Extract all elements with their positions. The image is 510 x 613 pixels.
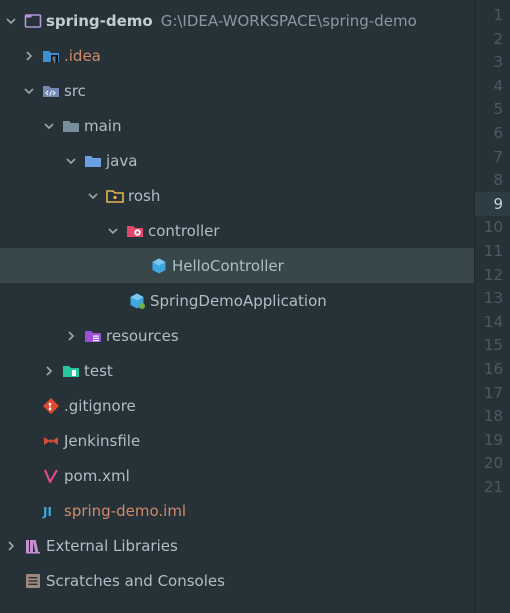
chevron-down-icon[interactable] xyxy=(64,154,78,168)
spring-demo-application-label: SpringDemoApplication xyxy=(150,291,327,310)
project-name: spring-demo xyxy=(46,11,153,30)
gitignore-label: .gitignore xyxy=(64,396,136,415)
tree-item-resources[interactable]: resources xyxy=(0,318,474,353)
line-number: 20 xyxy=(483,454,503,473)
chevron-right-icon[interactable] xyxy=(22,49,36,63)
tree-item-pom[interactable]: pom.xml xyxy=(0,458,474,493)
src-label: src xyxy=(64,81,86,100)
external-libraries-label: External Libraries xyxy=(46,536,178,555)
chevron-down-icon[interactable] xyxy=(86,189,100,203)
line-number: 5 xyxy=(493,100,503,119)
maven-icon xyxy=(42,467,60,485)
chevron-right-icon[interactable] xyxy=(42,364,56,378)
jenkinsfile-label: Jenkinsfile xyxy=(64,431,141,450)
main-label: main xyxy=(84,116,122,135)
tree-item-java[interactable]: java xyxy=(0,143,474,178)
tree-item-test[interactable]: test xyxy=(0,353,474,388)
line-number: 18 xyxy=(483,407,503,426)
line-number: 4 xyxy=(493,76,503,95)
tree-item-external-libraries[interactable]: External Libraries xyxy=(0,528,474,563)
line-number: 21 xyxy=(483,478,503,496)
jenkins-icon xyxy=(42,432,60,450)
tree-item-idea[interactable]: IJ .idea xyxy=(0,38,474,73)
project-path: G:\IDEA-WORKSPACE\spring-demo xyxy=(160,11,417,30)
line-number: 8 xyxy=(493,171,503,190)
chevron-right-icon[interactable] xyxy=(64,329,78,343)
line-number: 2 xyxy=(493,29,503,48)
line-number: 16 xyxy=(483,360,503,378)
rosh-label: rosh xyxy=(128,186,161,205)
package-icon xyxy=(106,187,124,205)
tree-item-scratches[interactable]: Scratches and Consoles xyxy=(0,563,474,598)
line-number: 3 xyxy=(493,53,503,72)
line-number: 15 xyxy=(483,336,503,355)
scratches-label: Scratches and Consoles xyxy=(46,571,225,590)
tree-item-main[interactable]: main xyxy=(0,108,474,143)
chevron-down-icon[interactable] xyxy=(22,84,36,98)
idea-folder-icon: IJ xyxy=(42,47,60,65)
tree-item-hello-controller[interactable]: HelloController xyxy=(0,248,474,283)
line-number: 13 xyxy=(483,289,503,308)
tree-item-iml[interactable]: JI spring-demo.iml xyxy=(0,493,474,528)
chevron-right-icon[interactable] xyxy=(4,539,18,553)
tree-item-gitignore[interactable]: .gitignore xyxy=(0,388,474,423)
iml-label: spring-demo.iml xyxy=(64,501,187,520)
folder-icon xyxy=(62,117,80,135)
hello-controller-label: HelloController xyxy=(172,256,284,275)
pom-label: pom.xml xyxy=(64,466,130,485)
line-number: 10 xyxy=(483,218,503,237)
line-number: 1 xyxy=(493,6,503,24)
line-number: 12 xyxy=(483,265,503,284)
tree-item-jenkinsfile[interactable]: Jenkinsfile xyxy=(0,423,474,458)
java-label: java xyxy=(106,151,138,170)
controller-folder-icon xyxy=(126,222,144,240)
chevron-down-icon[interactable] xyxy=(4,14,18,28)
test-label: test xyxy=(84,361,113,380)
tree-item-project-root[interactable]: spring-demo G:\IDEA-WORKSPACE\spring-dem… xyxy=(0,3,474,38)
iml-file-icon: JI xyxy=(42,502,60,520)
tree-item-rosh[interactable]: rosh xyxy=(0,178,474,213)
java-class-icon xyxy=(150,257,168,275)
idea-label: .idea xyxy=(64,46,101,65)
tree-item-controller[interactable]: controller xyxy=(0,213,474,248)
line-number: 17 xyxy=(483,383,503,402)
line-number: 9 xyxy=(493,194,503,213)
library-icon xyxy=(24,537,42,555)
chevron-down-icon[interactable] xyxy=(106,224,120,238)
tree-item-spring-demo-application[interactable]: SpringDemoApplication xyxy=(0,283,474,318)
editor-gutter: 1 2 3 4 5 6 7 8 9 10 11 12 13 14 15 16 17 18 19 20 21 xyxy=(474,0,510,613)
resources-folder-icon xyxy=(84,327,102,345)
controller-label: controller xyxy=(148,221,220,240)
resources-label: resources xyxy=(106,326,179,345)
line-number: 7 xyxy=(493,147,503,166)
scratches-icon xyxy=(24,572,42,590)
git-icon xyxy=(42,397,60,415)
test-folder-icon xyxy=(62,362,80,380)
svg-text:IJ: IJ xyxy=(52,56,56,63)
spring-boot-class-icon xyxy=(128,292,146,310)
java-source-folder-icon xyxy=(84,152,102,170)
tree-item-src[interactable]: src xyxy=(0,73,474,108)
line-number: 6 xyxy=(493,124,503,142)
line-number: 14 xyxy=(483,312,503,331)
source-folder-icon xyxy=(42,82,60,100)
line-number: 11 xyxy=(483,242,503,260)
line-number: 19 xyxy=(483,430,503,449)
svg-text:JI: JI xyxy=(42,505,52,519)
module-folder-icon xyxy=(24,12,42,30)
chevron-down-icon[interactable] xyxy=(42,119,56,133)
project-tree: spring-demo G:\IDEA-WORKSPACE\spring-dem… xyxy=(0,0,474,613)
